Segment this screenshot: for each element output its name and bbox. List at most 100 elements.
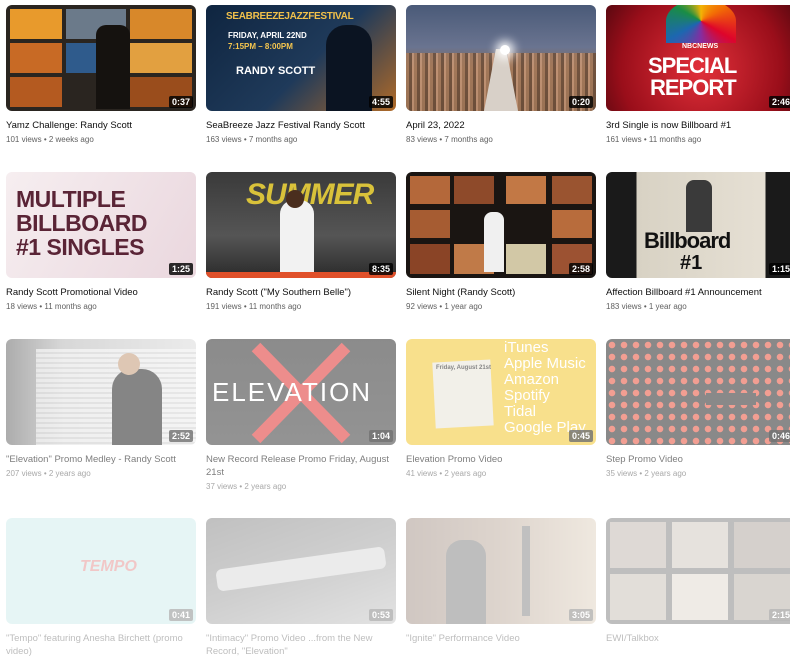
view-count: 163 views	[206, 135, 242, 144]
video-card[interactable]: 0:37 Yamz Challenge: Randy Scott 101 vie…	[6, 5, 196, 144]
video-meta: 92 views • 1 year ago	[406, 302, 596, 311]
view-count: 18 views	[6, 302, 38, 311]
video-title[interactable]: Yamz Challenge: Randy Scott	[6, 119, 196, 132]
video-card[interactable]: SEABREEZEJAZZFESTIVAL FRIDAY, APRIL 22ND…	[206, 5, 396, 144]
video-meta: 18 views • 11 months ago	[6, 302, 196, 311]
view-count: 41 views	[406, 469, 438, 478]
video-meta: 191 views • 11 months ago	[206, 302, 396, 311]
overlay-date: FRIDAY, APRIL 22ND	[228, 31, 307, 40]
video-title[interactable]: New Record Release Promo Friday, August …	[206, 453, 396, 479]
video-title[interactable]: April 23, 2022	[406, 119, 596, 132]
video-duration: 0:41	[168, 609, 193, 621]
video-card[interactable]: Friday, August 21st iTunes Apple Music A…	[406, 339, 596, 491]
overlay-festival: SEABREEZEJAZZFESTIVAL	[226, 11, 354, 22]
meta-separator: •	[239, 482, 243, 491]
video-title[interactable]: Randy Scott ("My Southern Belle")	[206, 286, 396, 299]
video-thumbnail[interactable]: Friday, August 21st iTunes Apple Music A…	[406, 339, 596, 445]
video-thumbnail[interactable]: MULTIPLE BILLBOARD #1 SINGLES 1:25	[6, 172, 196, 278]
overlay-applemusic: Apple Music	[504, 355, 586, 372]
video-thumbnail[interactable]: SEABREEZEJAZZFESTIVAL FRIDAY, APRIL 22ND…	[206, 5, 396, 111]
meta-separator: •	[43, 469, 47, 478]
video-card[interactable]: Billboard #1 1:15 Affection Billboard #1…	[606, 172, 790, 311]
view-count: 101 views	[6, 135, 42, 144]
upload-age: 11 months ago	[44, 302, 97, 311]
video-meta: 41 views • 2 years ago	[406, 469, 596, 478]
video-thumbnail[interactable]: Billboard #1 1:15	[606, 172, 790, 278]
video-card[interactable]: NBCNEWS SPECIAL REPORT 2:46 3rd Single i…	[606, 5, 790, 144]
video-title[interactable]: "Elevation" Promo Medley - Randy Scott	[6, 453, 196, 466]
overlay-word: ELEVATION	[212, 377, 373, 407]
video-row: 0:37 Yamz Challenge: Randy Scott 101 vie…	[6, 5, 790, 144]
video-duration: 0:37	[168, 96, 193, 108]
video-card[interactable]: TEMPO 0:41 "Tempo" featuring Anesha Birc…	[6, 518, 196, 658]
video-card[interactable]: 3:05 "Ignite" Performance Video	[406, 518, 596, 658]
video-title[interactable]: Elevation Promo Video	[406, 453, 596, 466]
video-duration: 1:04	[368, 430, 393, 442]
upload-age: 7 months ago	[248, 135, 298, 144]
video-meta: 83 views • 7 months ago	[406, 135, 596, 144]
meta-separator: •	[643, 135, 647, 144]
video-thumbnail[interactable]: 2:58	[406, 172, 596, 278]
upload-age: 11 months ago	[248, 302, 302, 311]
video-thumbnail[interactable]: TEMPO 0:41	[6, 518, 196, 624]
video-card[interactable]: 2:15 EWI/Talkbox	[606, 518, 790, 658]
video-card[interactable]: 0:20 April 23, 2022 83 views • 7 months …	[406, 5, 596, 144]
video-thumbnail[interactable]: 0:20	[406, 5, 596, 111]
video-card[interactable]: MULTIPLE BILLBOARD #1 SINGLES 1:25 Randy…	[6, 172, 196, 311]
video-card[interactable]: 2:52 "Elevation" Promo Medley - Randy Sc…	[6, 339, 196, 491]
meta-separator: •	[243, 135, 247, 144]
video-title[interactable]: Randy Scott Promotional Video	[6, 286, 196, 299]
video-title[interactable]: 3rd Single is now Billboard #1	[606, 119, 790, 132]
video-title[interactable]: Affection Billboard #1 Announcement	[606, 286, 790, 299]
video-card[interactable]: 2:58 Silent Night (Randy Scott) 92 views…	[406, 172, 596, 311]
video-thumbnail[interactable]: 0:46	[606, 339, 790, 445]
video-thumbnail[interactable]: 0:53	[206, 518, 396, 624]
meta-separator: •	[243, 302, 247, 311]
video-meta: 183 views • 1 year ago	[606, 302, 790, 311]
video-title[interactable]: Step Promo Video	[606, 453, 790, 466]
video-title[interactable]: "Tempo" featuring Anesha Birchett (promo…	[6, 632, 196, 658]
video-duration: 0:20	[568, 96, 593, 108]
video-row: TEMPO 0:41 "Tempo" featuring Anesha Birc…	[6, 518, 790, 658]
video-title[interactable]: "Intimacy" Promo Video ...from the New R…	[206, 632, 396, 658]
video-thumbnail[interactable]: 2:52	[6, 339, 196, 445]
video-card[interactable]: SUMMER 8:35 Randy Scott ("My Southern Be…	[206, 172, 396, 311]
video-thumbnail[interactable]: SUMMER 8:35	[206, 172, 396, 278]
video-thumbnail[interactable]: 0:37	[6, 5, 196, 111]
video-title[interactable]: EWI/Talkbox	[606, 632, 790, 645]
upload-age: 7 months ago	[444, 135, 493, 144]
video-duration: 1:15	[768, 263, 790, 275]
upload-age: 2 years ago	[644, 469, 687, 478]
meta-separator: •	[439, 302, 443, 311]
video-card[interactable]: ELEVATION 1:04 New Record Release Promo …	[206, 339, 396, 491]
video-title[interactable]: SeaBreeze Jazz Festival Randy Scott	[206, 119, 396, 132]
view-count: 191 views	[206, 302, 242, 311]
overlay-brand: NBCNEWS	[682, 43, 719, 50]
view-count: 35 views	[606, 469, 638, 478]
meta-separator: •	[639, 469, 643, 478]
view-count: 161 views	[606, 135, 642, 144]
upload-age: 2 years ago	[444, 469, 487, 478]
overlay-itunes: iTunes	[504, 339, 549, 356]
video-title[interactable]: Silent Night (Randy Scott)	[406, 286, 596, 299]
video-thumbnail[interactable]: 3:05	[406, 518, 596, 624]
video-title[interactable]: "Ignite" Performance Video	[406, 632, 596, 645]
video-thumbnail[interactable]: NBCNEWS SPECIAL REPORT 2:46	[606, 5, 790, 111]
view-count: 37 views	[206, 482, 238, 491]
video-card[interactable]: 0:53 "Intimacy" Promo Video ...from the …	[206, 518, 396, 658]
video-card[interactable]: 0:46 Step Promo Video 35 views • 2 years…	[606, 339, 790, 491]
video-duration: 8:35	[368, 263, 393, 275]
video-row: 2:52 "Elevation" Promo Medley - Randy Sc…	[6, 339, 790, 491]
video-thumbnail[interactable]: ELEVATION 1:04	[206, 339, 396, 445]
video-thumbnail[interactable]: 2:15	[606, 518, 790, 624]
video-row: MULTIPLE BILLBOARD #1 SINGLES 1:25 Randy…	[6, 172, 790, 311]
video-meta: 161 views • 11 months ago	[606, 135, 790, 144]
video-meta: 35 views • 2 years ago	[606, 469, 790, 478]
video-duration: 2:46	[768, 96, 790, 108]
video-duration: 1:25	[168, 263, 193, 275]
video-duration: 0:45	[568, 430, 593, 442]
upload-age: 2 years ago	[48, 469, 91, 478]
video-meta: 207 views • 2 years ago	[6, 469, 196, 478]
video-duration: 3:05	[568, 609, 593, 621]
overlay-number: #1	[680, 252, 703, 274]
